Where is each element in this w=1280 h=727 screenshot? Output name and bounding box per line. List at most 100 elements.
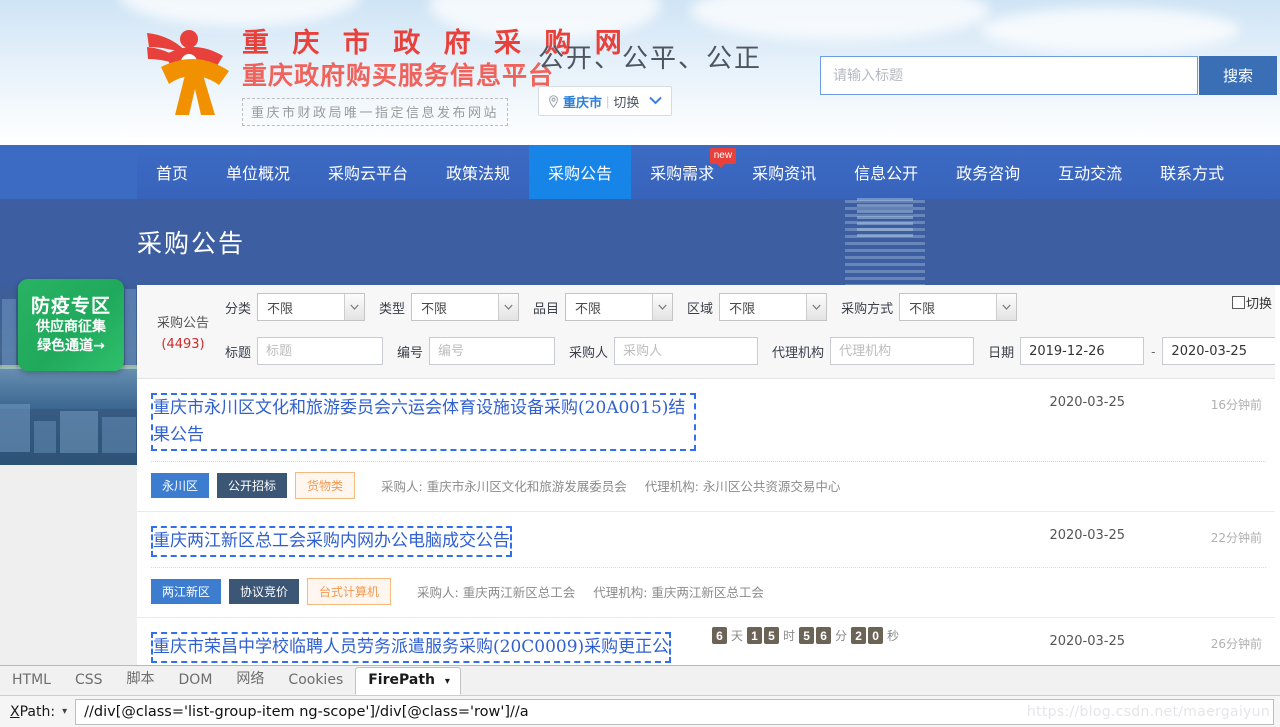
nav-item-cloud-platform[interactable]: 采购云平台 — [309, 145, 427, 199]
countdown-hour-2: 5 — [764, 627, 780, 644]
filter-label-date: 日期 — [988, 345, 1015, 361]
chevron-down-icon[interactable] — [498, 294, 519, 320]
nav-item-disclosure[interactable]: 信息公开 — [835, 145, 937, 199]
tab-cookies[interactable]: Cookies — [276, 667, 355, 694]
list-item-buyer: 采购人: 重庆两江新区总工会 — [417, 585, 576, 600]
content-area: 采购公告 (4493) 分类 不限 类型 不限 品目 不限 区域 不限 采购方式… — [137, 285, 1280, 674]
left-blank-lower — [0, 465, 137, 665]
filter-input-buyer[interactable] — [614, 337, 759, 365]
filter-select-region-value: 不限 — [729, 301, 756, 317]
filter-select-item[interactable]: 不限 — [565, 293, 674, 321]
main-navigation: 首页 单位概况 采购云平台 政策法规 采购公告 采购需求 new 采购资讯 信息… — [0, 145, 1280, 199]
filter-label-buyer: 采购人 — [569, 345, 609, 361]
status-badge-method[interactable]: 公开招标 — [217, 473, 288, 498]
filter-input-date-from[interactable] — [1020, 337, 1145, 365]
chevron-down-icon[interactable] — [344, 294, 365, 320]
countdown-sec-2: 0 — [868, 627, 884, 644]
filter-label-number: 编号 — [397, 345, 424, 361]
filter-input-title[interactable] — [257, 337, 384, 365]
countdown-hour-1: 1 — [747, 627, 763, 644]
cloud-decoration — [980, 8, 1240, 52]
nav-item-overview[interactable]: 单位概况 — [207, 145, 309, 199]
view-switch-checkbox[interactable]: 切换 — [1231, 293, 1272, 312]
filter-input-number[interactable] — [429, 337, 556, 365]
filter-select-region[interactable]: 不限 — [719, 293, 828, 321]
filter-panel-title: 采购公告 (4493) — [149, 313, 217, 355]
nav-item-list: 首页 单位概况 采购云平台 政策法规 采购公告 采购需求 new 采购资讯 信息… — [137, 145, 1243, 199]
nav-left-spacer — [0, 145, 137, 199]
countdown-unit-day: 天 — [731, 629, 744, 643]
filter-select-category-value: 不限 — [267, 301, 294, 317]
city-selector[interactable]: 重庆市 | 切换 — [538, 86, 673, 116]
site-logo-icon[interactable] — [145, 25, 235, 117]
list-item: 重庆两江新区总工会采购内网办公电脑成交公告 2020-03-25 22分钟前 两… — [137, 512, 1280, 618]
list-item-title-link[interactable]: 重庆两江新区总工会采购内网办公电脑成交公告 — [151, 526, 512, 557]
announcement-list: 重庆市永川区文化和旅游委员会六运会体育设施设备采购(20A0015)结果公告 2… — [137, 379, 1280, 674]
epidemic-badge-line2: 供应商征集 — [36, 318, 106, 335]
nav-item-announcements[interactable]: 采购公告 — [529, 145, 632, 199]
list-item: 重庆市永川区文化和旅游委员会六运会体育设施设备采购(20A0015)结果公告 2… — [137, 379, 1280, 512]
chevron-down-icon[interactable] — [652, 294, 673, 320]
filter-panel-title-label: 采购公告 — [156, 316, 209, 331]
status-badge-region[interactable]: 永川区 — [151, 473, 210, 498]
countdown-unit-sec: 秒 — [887, 629, 900, 643]
epidemic-zone-badge[interactable]: 防疫专区 供应商征集 绿色通道→ — [18, 279, 124, 371]
status-badge-region[interactable]: 两江新区 — [151, 579, 222, 604]
nav-item-interaction[interactable]: 互动交流 — [1039, 145, 1141, 199]
nav-item-demand-label: 采购需求 — [650, 164, 715, 183]
list-item-date: 2020-03-25 — [1049, 634, 1125, 649]
nav-item-news[interactable]: 采购资讯 — [733, 145, 835, 199]
filter-select-category[interactable]: 不限 — [257, 293, 366, 321]
status-badge-method[interactable]: 协议竞价 — [229, 579, 300, 604]
nav-item-consulting[interactable]: 政务咨询 — [937, 145, 1039, 199]
list-item-agency: 代理机构: 永川区公共资源交易中心 — [644, 479, 841, 494]
list-item-header: 重庆两江新区总工会采购内网办公电脑成交公告 2020-03-25 22分钟前 — [137, 512, 1280, 567]
tab-network[interactable]: 网络 — [224, 663, 276, 694]
list-item-title-link[interactable]: 重庆市永川区文化和旅游委员会六运会体育设施设备采购(20A0015)结果公告 — [151, 393, 696, 451]
filter-label-method: 采购方式 — [841, 301, 894, 317]
search-box[interactable] — [820, 56, 1198, 95]
filter-row-selects: 分类 不限 类型 不限 品目 不限 区域 不限 采购方式 不限 — [225, 293, 1031, 321]
filter-row-inputs: 标题 编号 采购人 代理机构 日期 - — [225, 337, 1280, 365]
checkbox-icon[interactable] — [1231, 296, 1245, 309]
search-input[interactable] — [821, 57, 1197, 94]
list-item-title-link[interactable]: 重庆市荣昌中学校临聘人员劳务派遣服务采购(20C0009)采购更正公 — [151, 632, 672, 663]
city-switch-label[interactable]: 切换 — [613, 92, 639, 111]
tab-firepath-label: FirePath — [368, 672, 435, 688]
firebug-devtools-panel: HTML CSS 脚本 DOM 网络 Cookies FirePath ▾ XP… — [0, 663, 1280, 727]
filter-panel-count: (4493) — [161, 337, 205, 352]
filter-input-agency[interactable] — [830, 337, 975, 365]
status-badge-category[interactable]: 货物类 — [295, 472, 356, 499]
search-button[interactable]: 搜索 — [1199, 56, 1277, 95]
filter-label-category: 分类 — [225, 301, 252, 317]
site-header: 重 庆 市 政 府 采 购 网 重庆政府购买服务信息平台 重庆市财政局唯一指定信… — [0, 0, 1280, 145]
list-item-header: 重庆市永川区文化和旅游委员会六运会体育设施设备采购(20A0015)结果公告 2… — [137, 379, 1280, 461]
chevron-down-icon[interactable] — [996, 294, 1017, 320]
nav-item-policy[interactable]: 政策法规 — [427, 145, 529, 199]
filter-select-type[interactable]: 不限 — [411, 293, 520, 321]
list-item-date: 2020-03-25 — [1049, 528, 1125, 543]
tab-firepath[interactable]: FirePath ▾ — [355, 667, 461, 695]
watermark-text: https://blog.csdn.net/maergaiyun — [1026, 704, 1270, 720]
filter-input-date-to[interactable] — [1162, 337, 1280, 365]
chevron-down-icon[interactable] — [806, 294, 827, 320]
list-item-buyer: 采购人: 重庆市永川区文化和旅游发展委员会 — [381, 479, 627, 494]
filter-select-method[interactable]: 不限 — [899, 293, 1018, 321]
nav-item-home[interactable]: 首页 — [137, 145, 207, 199]
countdown-unit-hour: 时 — [783, 629, 796, 643]
page-banner: 采购公告 — [0, 199, 1280, 285]
nav-item-contact[interactable]: 联系方式 — [1141, 145, 1243, 199]
chevron-down-icon[interactable]: ▾ — [445, 676, 450, 687]
tab-script[interactable]: 脚本 — [115, 663, 167, 694]
chevron-down-icon[interactable]: ▾ — [62, 706, 67, 717]
nav-item-demand[interactable]: 采购需求 new — [631, 145, 737, 199]
tab-css[interactable]: CSS — [63, 667, 115, 694]
epidemic-badge-line1: 防疫专区 — [30, 294, 111, 317]
tab-dom[interactable]: DOM — [167, 667, 225, 694]
chevron-down-icon[interactable] — [649, 92, 663, 110]
list-item-relative-time: 22分钟前 — [1210, 531, 1262, 545]
status-badge-category[interactable]: 台式计算机 — [307, 578, 392, 605]
filter-label-type: 类型 — [379, 301, 406, 317]
tab-html[interactable]: HTML — [0, 667, 63, 694]
view-switch-label: 切换 — [1245, 297, 1272, 312]
